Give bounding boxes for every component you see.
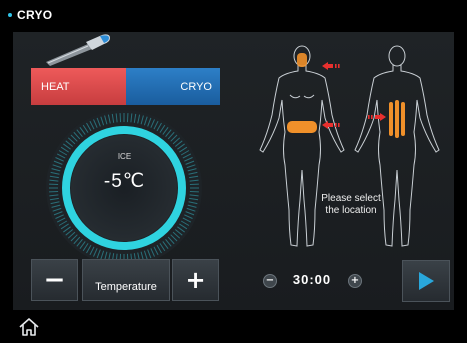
arrow-abdomen — [322, 121, 340, 129]
app-title: CRYO — [17, 8, 53, 22]
temperature-decrease-button[interactable]: − — [31, 259, 78, 301]
heat-label: HEAT — [41, 80, 70, 93]
body-map — [259, 45, 440, 247]
probe-icon — [46, 34, 110, 66]
back-zone[interactable] — [389, 100, 405, 138]
title-dot — [8, 13, 12, 17]
timer-plus-label: + — [350, 275, 360, 286]
plus-label: + — [185, 266, 206, 294]
timer-readout: 30:00 — [292, 272, 332, 287]
temperature-label: Temperature — [95, 281, 157, 293]
heat-mode-button[interactable]: HEAT — [31, 68, 126, 105]
abdomen-zone[interactable] — [287, 121, 317, 133]
screen: CRYO HEAT CRYO ICE -5℃ − Temperature + P… — [0, 0, 467, 343]
home-icon[interactable] — [18, 316, 40, 338]
timer-increase-button[interactable]: + — [348, 274, 362, 288]
temperature-increase-button[interactable]: + — [172, 259, 219, 301]
location-prompt: Please select the location — [306, 193, 396, 217]
temperature-label-box: Temperature — [82, 259, 170, 301]
play-icon — [419, 272, 434, 290]
mode-label: ICE — [117, 152, 132, 161]
arrow-face — [322, 62, 340, 70]
minus-label: − — [43, 265, 66, 295]
prompt-line-1: Please select — [321, 193, 381, 204]
bottom-bar — [0, 310, 467, 343]
timer-decrease-button[interactable]: − — [263, 274, 277, 288]
face-zone[interactable] — [297, 53, 307, 67]
prompt-line-2: the location — [325, 205, 377, 216]
cryo-label: CRYO — [180, 80, 212, 93]
cryo-mode-button[interactable]: CRYO — [126, 68, 220, 105]
title-bar: CRYO — [0, 0, 467, 32]
timer-minus-label: − — [265, 275, 275, 286]
arrow-back — [368, 113, 386, 121]
temperature-readout: -5℃ — [103, 171, 146, 192]
start-button[interactable] — [402, 260, 450, 302]
